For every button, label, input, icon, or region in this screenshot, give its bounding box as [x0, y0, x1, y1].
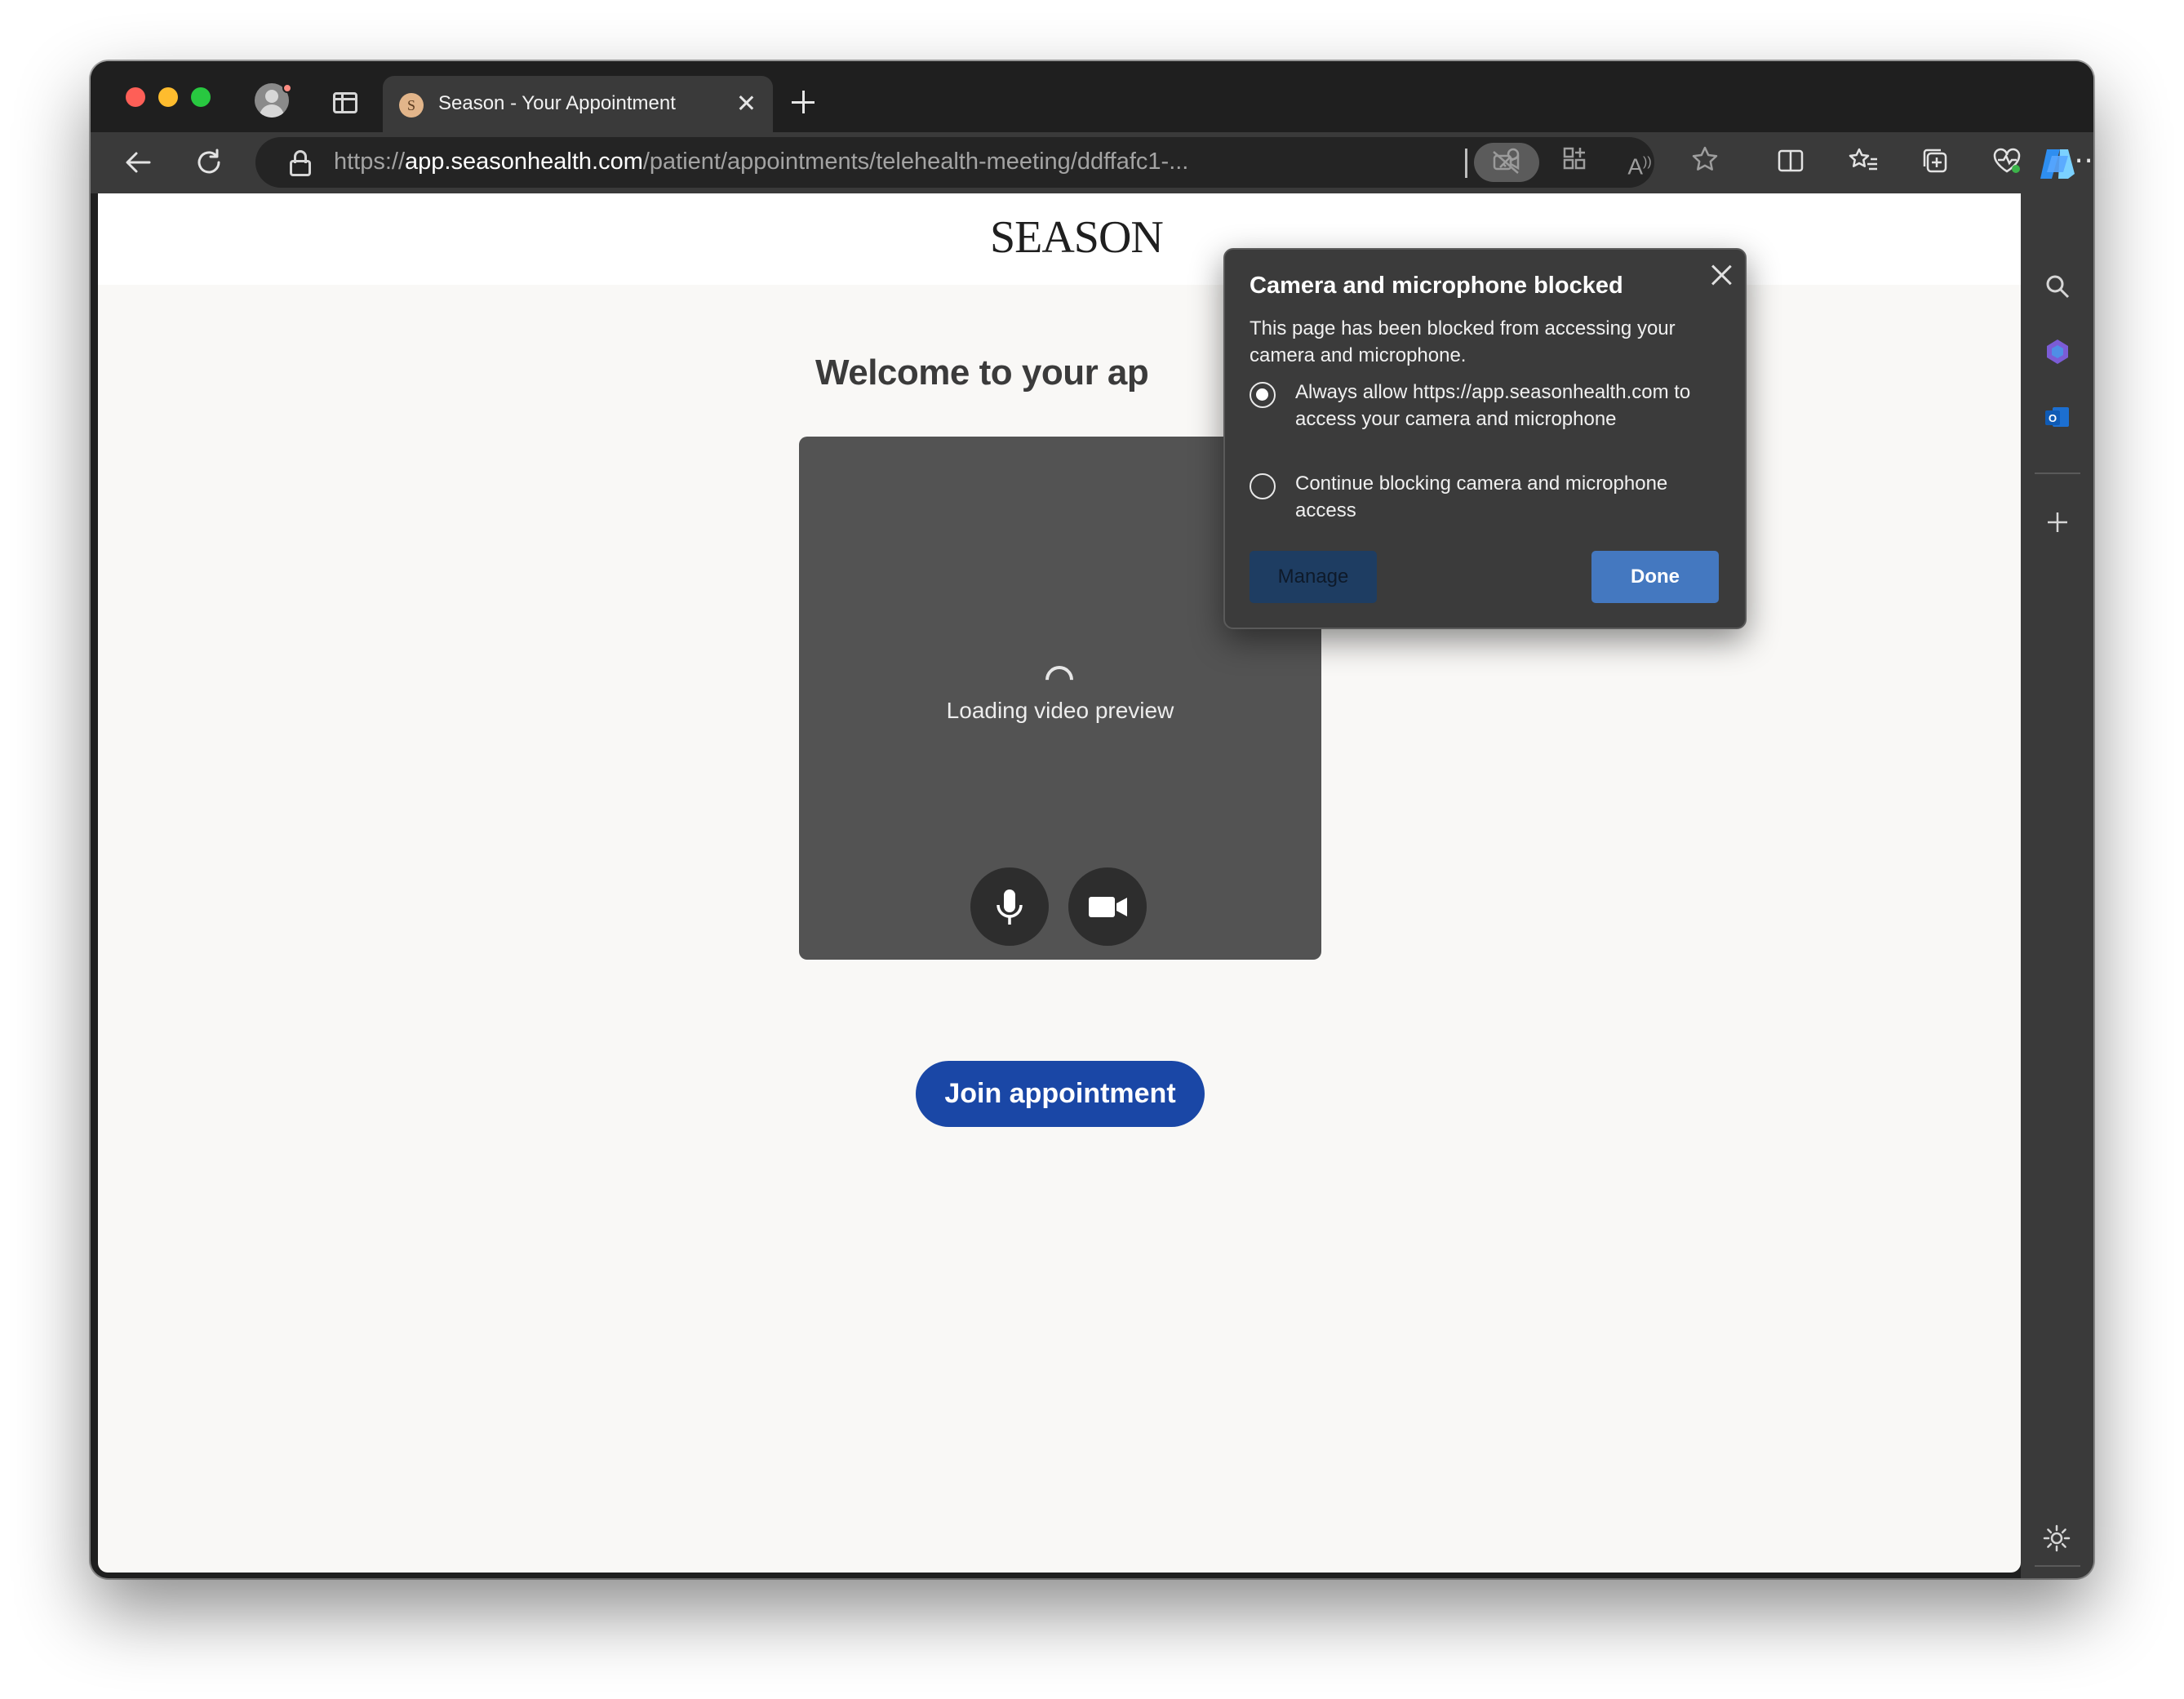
copilot-icon[interactable] — [2035, 144, 2080, 184]
join-appointment-button[interactable]: Join appointment — [916, 1061, 1205, 1127]
url-scheme: https:// — [334, 149, 406, 175]
plus-icon[interactable] — [2039, 507, 2076, 544]
key-icon[interactable] — [1491, 145, 1527, 180]
refresh-icon[interactable] — [190, 146, 228, 179]
radio-always-allow[interactable] — [1250, 382, 1276, 408]
close-popup-icon[interactable] — [1708, 261, 1734, 287]
season-favicon-icon: S — [399, 93, 424, 118]
svg-text:O: O — [2049, 412, 2057, 424]
url-path: /patient/appointments/telehealth-meeting… — [642, 149, 1189, 175]
browser-sidebar: O — [2021, 193, 2093, 1578]
browser-window: S Season - Your Appointment https://app.… — [91, 61, 2093, 1578]
new-tab-icon[interactable] — [790, 89, 816, 115]
minimize-window-button[interactable] — [158, 87, 178, 107]
loading-text: Loading video preview — [946, 698, 1174, 723]
outlook-icon[interactable]: O — [2039, 402, 2076, 440]
favorites-icon[interactable] — [1844, 146, 1882, 179]
back-arrow-icon[interactable] — [119, 146, 157, 179]
sidebar-divider-bottom — [2035, 1565, 2080, 1567]
url-host: app.seasonhealth.com — [405, 149, 643, 175]
radio-continue-blocking[interactable] — [1250, 473, 1276, 499]
microphone-icon — [997, 889, 1023, 925]
avatar-head — [265, 90, 278, 103]
apps-icon[interactable] — [1556, 145, 1592, 180]
read-aloud-icon[interactable]: A)) — [1622, 145, 1658, 180]
close-window-button[interactable] — [126, 87, 145, 107]
sidebar-divider — [2035, 472, 2080, 474]
lock-icon[interactable] — [290, 150, 311, 176]
loading-spinner-icon — [1039, 659, 1080, 700]
avatar-body — [260, 104, 284, 118]
star-icon[interactable] — [1687, 145, 1723, 180]
heart-pulse-icon[interactable] — [1988, 146, 2026, 179]
title-bar: S Season - Your Appointment — [91, 61, 2093, 132]
close-tab-icon[interactable] — [735, 92, 757, 113]
radio-always-allow-label[interactable]: Always allow https://app.seasonhealth.co… — [1295, 379, 1720, 433]
copilot-sidebar-icon[interactable] — [2039, 337, 2076, 375]
collections-icon[interactable] — [1916, 146, 1954, 179]
popup-description: This page has been blocked from accessin… — [1250, 317, 1676, 366]
page-title: Welcome to your ap — [815, 353, 1149, 393]
camera-toggle-button[interactable] — [1068, 867, 1147, 946]
radio-continue-blocking-label[interactable]: Continue blocking camera and microphone … — [1295, 470, 1720, 524]
zoom-window-button[interactable] — [191, 87, 211, 107]
address-divider — [1465, 149, 1467, 178]
tab-title: Season - Your Appointment — [438, 92, 676, 114]
address-bar[interactable]: https://app.seasonhealth.com/patient/app… — [255, 137, 1718, 188]
tab-actions-icon[interactable] — [333, 92, 357, 113]
popup-title: Camera and microphone blocked — [1250, 273, 1623, 299]
season-logo[interactable]: SEASON — [990, 211, 1164, 264]
tab-season-appointment[interactable]: S Season - Your Appointment — [383, 76, 773, 132]
url-text[interactable]: https://app.seasonhealth.com/patient/app… — [334, 149, 1188, 175]
gear-icon[interactable] — [2040, 1522, 2073, 1555]
done-button[interactable]: Done — [1591, 551, 1719, 603]
search-icon[interactable] — [2039, 273, 2076, 310]
camera-microphone-blocked-popup: Camera and microphone blocked This page … — [1223, 248, 1747, 629]
video-camera-icon — [1089, 897, 1127, 917]
manage-button[interactable]: Manage — [1250, 551, 1377, 603]
split-screen-icon[interactable] — [1772, 146, 1809, 179]
microphone-toggle-button[interactable] — [970, 867, 1049, 946]
browser-toolbar: https://app.seasonhealth.com/patient/app… — [91, 132, 2093, 193]
profile-notification-dot — [282, 83, 292, 93]
